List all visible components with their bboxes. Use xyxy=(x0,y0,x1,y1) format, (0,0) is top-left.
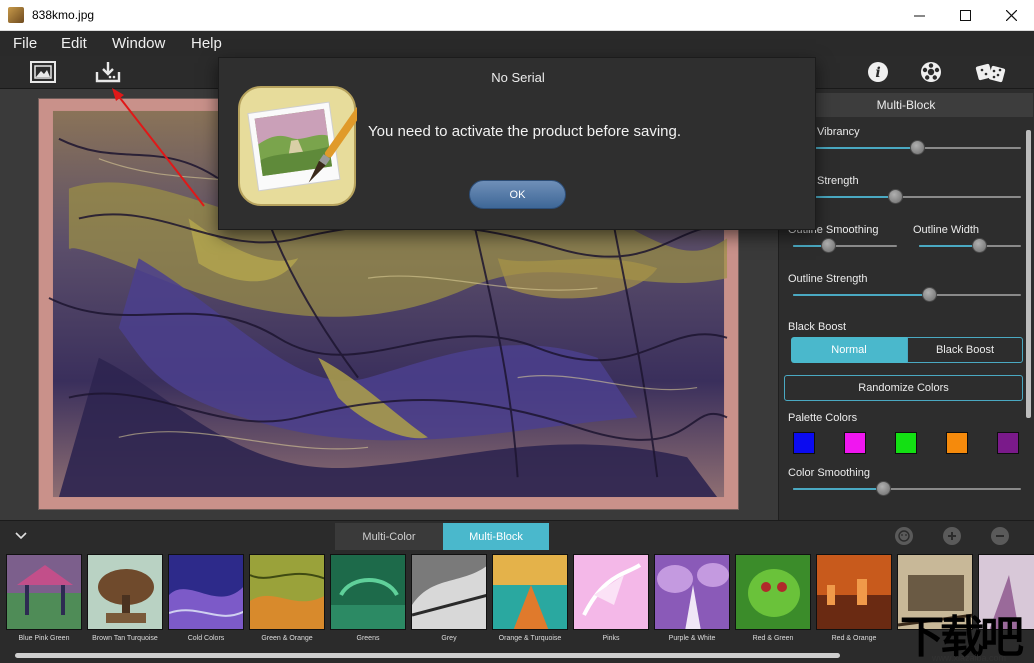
black-boost-label: Black Boost xyxy=(788,321,847,333)
watermark-logo: 下载吧 www.xiazaiba.com xyxy=(896,603,1034,663)
preset-label: Greens xyxy=(356,635,380,642)
vibrancy-slider-knob[interactable] xyxy=(910,140,925,155)
remove-icon[interactable] xyxy=(991,527,1009,545)
preset-thumb[interactable] xyxy=(735,554,811,630)
outline-smoothing-slider[interactable] xyxy=(793,238,897,253)
preset-scrollbar[interactable] xyxy=(15,653,840,658)
preset-strip: Blue Pink Green Brown Tan Turquoise Cold… xyxy=(0,550,1034,663)
add-icon[interactable] xyxy=(943,527,961,545)
info-icon[interactable]: i xyxy=(864,60,892,84)
menu-bar: File Edit Window Help xyxy=(0,31,1034,56)
open-image-icon[interactable] xyxy=(29,60,57,84)
outline-width-slider[interactable] xyxy=(919,238,1021,253)
outline-strength-slider[interactable] xyxy=(793,287,1021,302)
outline-width-label: Outline Width xyxy=(913,224,980,236)
preset-label: Orange & Turquoise xyxy=(498,635,562,642)
watermark-url: www.xiazaiba.com xyxy=(932,653,1007,663)
palette-swatch-3[interactable] xyxy=(895,432,917,454)
palette-swatch-4[interactable] xyxy=(946,432,968,454)
maximize-icon xyxy=(959,10,971,21)
panel-title: Multi-Block xyxy=(779,93,1033,117)
photo-icon xyxy=(8,7,24,23)
vibrancy-label: Vibrancy xyxy=(817,126,860,138)
tab-multi-color[interactable]: Multi-Color xyxy=(335,523,443,550)
panel-scrollbar[interactable] xyxy=(1026,130,1031,418)
random-dice-icon[interactable] xyxy=(975,60,1007,84)
collapse-chevron-icon[interactable] xyxy=(10,526,32,546)
save-download-icon[interactable] xyxy=(94,60,122,84)
outline-strength-slider-knob[interactable] xyxy=(922,287,937,302)
no-serial-dialog: No Serial You need to activate the produ… xyxy=(218,57,816,230)
dialog-message: You need to activate the product before … xyxy=(368,123,682,140)
preset-label: Green & Orange xyxy=(261,635,313,642)
palette-swatch-5[interactable] xyxy=(997,432,1019,454)
preset-thumb[interactable] xyxy=(654,554,730,630)
strength-slider-knob[interactable] xyxy=(888,189,903,204)
palette-swatch-1[interactable] xyxy=(793,432,815,454)
preset-thumb[interactable] xyxy=(816,554,892,630)
color-smoothing-label: Color Smoothing xyxy=(788,467,870,479)
color-smoothing-slider-knob[interactable] xyxy=(876,481,891,496)
outline-strength-label: Outline Strength xyxy=(788,273,868,285)
outline-smoothing-slider-knob[interactable] xyxy=(821,238,836,253)
svg-text:i: i xyxy=(875,65,880,81)
menu-file[interactable]: File xyxy=(13,35,37,52)
close-button[interactable] xyxy=(988,0,1034,31)
settings-icon[interactable] xyxy=(917,60,945,84)
randomize-colors-button[interactable]: Randomize Colors xyxy=(784,375,1023,401)
strength-slider[interactable] xyxy=(793,189,1021,204)
preset-label: Pinks xyxy=(602,635,620,642)
tab-multi-block[interactable]: Multi-Block xyxy=(443,523,549,550)
ok-button[interactable]: OK xyxy=(469,180,566,209)
menu-edit[interactable]: Edit xyxy=(61,35,87,52)
preset-label: Blue Pink Green xyxy=(18,635,70,642)
preset-label: Grey xyxy=(441,635,457,642)
bottom-bar: Multi-Color Multi-Block xyxy=(0,520,1034,550)
vibrancy-slider[interactable] xyxy=(793,140,1021,155)
preset-label: Red & Orange xyxy=(831,635,877,642)
menu-help[interactable]: Help xyxy=(191,35,222,52)
black-boost-normal-option[interactable]: Normal xyxy=(791,337,907,363)
window-title: 838kmo.jpg xyxy=(32,8,95,22)
strength-label: Strength xyxy=(817,175,859,187)
preset-label: Brown Tan Turquoise xyxy=(92,635,158,642)
preset-thumb[interactable] xyxy=(330,554,406,630)
outline-width-slider-knob[interactable] xyxy=(972,238,987,253)
close-icon xyxy=(1005,10,1017,21)
menu-window[interactable]: Window xyxy=(112,35,165,52)
palette-swatch-2[interactable] xyxy=(844,432,866,454)
minimize-icon xyxy=(913,15,925,17)
preset-label: Cold Colors xyxy=(187,635,225,642)
face-icon[interactable] xyxy=(895,527,913,545)
black-boost-option[interactable]: Black Boost xyxy=(907,337,1023,363)
app-window: 838kmo.jpg File Edit Window Help i Multi… xyxy=(0,0,1034,663)
settings-panel: Multi-Block Vibrancy Strength Outline Sm… xyxy=(778,89,1034,520)
app-logo-icon xyxy=(238,86,357,206)
preset-thumb[interactable] xyxy=(168,554,244,630)
maximize-button[interactable] xyxy=(942,0,988,31)
preset-label: Red & Green xyxy=(752,635,794,642)
preset-thumb[interactable] xyxy=(249,554,325,630)
preset-thumb[interactable] xyxy=(87,554,163,630)
preset-thumb[interactable] xyxy=(492,554,568,630)
color-smoothing-slider[interactable] xyxy=(793,481,1021,496)
minimize-button[interactable] xyxy=(896,0,942,31)
palette-colors-label: Palette Colors xyxy=(788,412,858,424)
preset-thumb[interactable] xyxy=(411,554,487,630)
preset-thumb[interactable] xyxy=(573,554,649,630)
preset-label: Purple & White xyxy=(668,635,716,642)
title-bar: 838kmo.jpg xyxy=(0,0,1034,31)
dialog-title: No Serial xyxy=(491,70,545,85)
preset-thumb[interactable] xyxy=(6,554,82,630)
